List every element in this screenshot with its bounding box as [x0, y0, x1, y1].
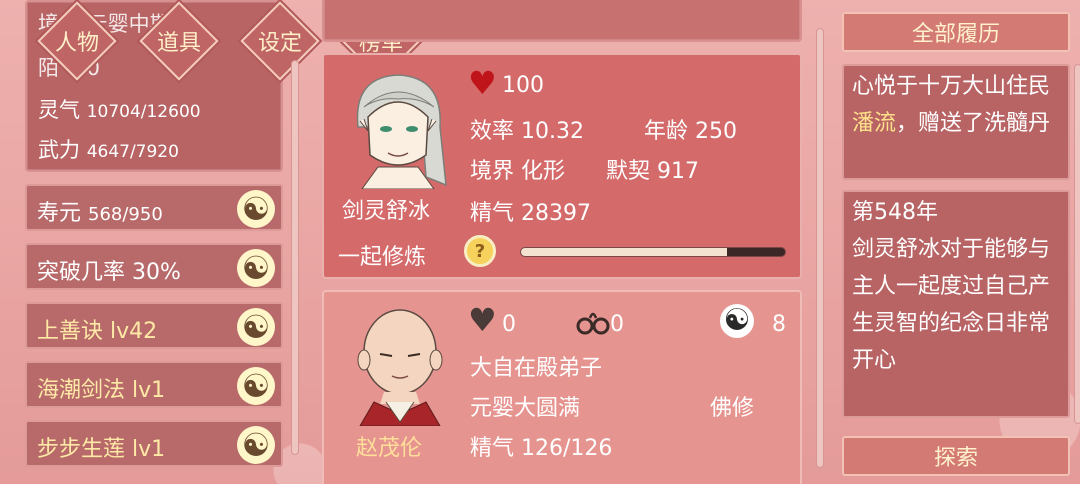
- explore-button[interactable]: 探索: [842, 436, 1070, 476]
- nav-label: 设定: [257, 31, 302, 56]
- lifespan-name: 寿元: [37, 201, 82, 226]
- lifespan-row[interactable]: 寿元 568/950 ☯: [25, 184, 283, 231]
- dao-value: 8: [772, 312, 786, 337]
- taiji-icon[interactable]: ☯: [237, 367, 275, 405]
- skill-row-bubu[interactable]: 步步生莲 lv1 ☯: [25, 420, 283, 467]
- shackles-value: 0: [610, 312, 624, 337]
- realm-text: 境界 化形: [470, 159, 565, 184]
- affection-value: 100: [502, 73, 544, 98]
- log-text: 剑灵舒冰对于能够与主人一起度过自己产生灵智的纪念日非常开心: [852, 237, 1051, 373]
- log-highlight-name: 潘流: [852, 111, 897, 136]
- breakthrough-row[interactable]: 突破几率 30% ☯: [25, 243, 283, 290]
- essence-text: 精气 28397: [470, 201, 591, 226]
- help-icon[interactable]: ?: [464, 235, 496, 267]
- heart-icon: ♥: [468, 64, 497, 102]
- zhaomaolun-portrait: [357, 309, 443, 426]
- tacit-text: 默契 917: [606, 159, 699, 184]
- affection-value: 0: [502, 312, 516, 337]
- log-text: ，赠送了洗髓丹: [896, 111, 1051, 136]
- lingqi-label: 灵气: [38, 98, 80, 122]
- cultivate-progress-bar: [520, 247, 786, 257]
- taiji-icon[interactable]: ☯: [237, 190, 275, 228]
- path-text: 佛修: [710, 396, 755, 421]
- skill-label: 上善诀 lv42: [37, 319, 158, 344]
- sect-text: 大自在殿弟子: [470, 356, 603, 381]
- heart-icon: ♥: [468, 301, 497, 339]
- taiji-icon: ☯: [720, 304, 754, 338]
- essence-text: 精气 126/126: [470, 436, 613, 461]
- right-scrollbar[interactable]: [1074, 64, 1080, 424]
- nav-settings-button[interactable]: 设定: [240, 1, 320, 81]
- lingqi-row: 灵气 10704/12600: [38, 94, 201, 124]
- realm-text: 元婴大圆满: [470, 396, 581, 421]
- efficiency-text: 效率 10.32: [470, 119, 584, 144]
- skill-label: 步步生莲 lv1: [37, 437, 166, 462]
- skill-label: 海潮剑法 lv1: [37, 378, 166, 403]
- companion-name: 赵茂伦: [356, 436, 423, 461]
- nav-items-button[interactable]: 道具: [139, 1, 219, 81]
- jianling-portrait: [356, 74, 447, 189]
- companion-card-zhaomaolun[interactable]: 赵茂伦 ♥ 0 0 ☯ 8 大自在殿弟子 元婴大圆满 佛修 精气 126/126: [322, 290, 802, 484]
- breakthrough-label: 突破几率 30%: [37, 260, 181, 285]
- lifespan-value: 568/950: [88, 204, 163, 225]
- nav-label: 道具: [156, 31, 201, 56]
- history-log-entry: 心悦于十万大山住民潘流，赠送了洗髓丹: [842, 64, 1070, 180]
- left-scrollbar[interactable]: [291, 60, 299, 455]
- wuli-label: 武力: [38, 138, 80, 162]
- age-text: 年龄 250: [644, 119, 737, 144]
- taiji-icon[interactable]: ☯: [237, 249, 275, 287]
- nav-label: 人物: [54, 31, 99, 56]
- center-scrollbar[interactable]: [816, 28, 824, 468]
- log-text: 心悦于十万大山住民: [852, 74, 1051, 99]
- companion-card-jianling[interactable]: 剑灵舒冰 ♥ 100 效率 10.32 年龄 250 境界 化形 默契 917 …: [322, 53, 802, 279]
- progress-fill: [521, 248, 727, 256]
- cultivate-together-label: 一起修炼: [338, 245, 427, 270]
- lifespan-label: 寿元 568/950: [37, 195, 163, 227]
- log-year: 第548年: [852, 200, 938, 225]
- previous-card-stub: [322, 0, 802, 42]
- taiji-icon[interactable]: ☯: [237, 308, 275, 346]
- wuli-row: 武力 4647/7920: [38, 134, 179, 164]
- companion-name: 剑灵舒冰: [342, 199, 431, 224]
- wuli-value: 4647/7920: [86, 142, 179, 162]
- handcuffs-icon: [576, 312, 610, 335]
- lingqi-value: 10704/12600: [86, 102, 201, 122]
- skill-row-shangshan[interactable]: 上善诀 lv42 ☯: [25, 302, 283, 349]
- taiji-icon[interactable]: ☯: [237, 426, 275, 464]
- all-history-button[interactable]: 全部履历: [842, 12, 1070, 52]
- skill-row-haichao[interactable]: 海潮剑法 lv1 ☯: [25, 361, 283, 408]
- nav-character-button[interactable]: 人物: [37, 1, 117, 81]
- history-log-entry: 第548年 剑灵舒冰对于能够与主人一起度过自己产生灵智的纪念日非常开心: [842, 190, 1070, 418]
